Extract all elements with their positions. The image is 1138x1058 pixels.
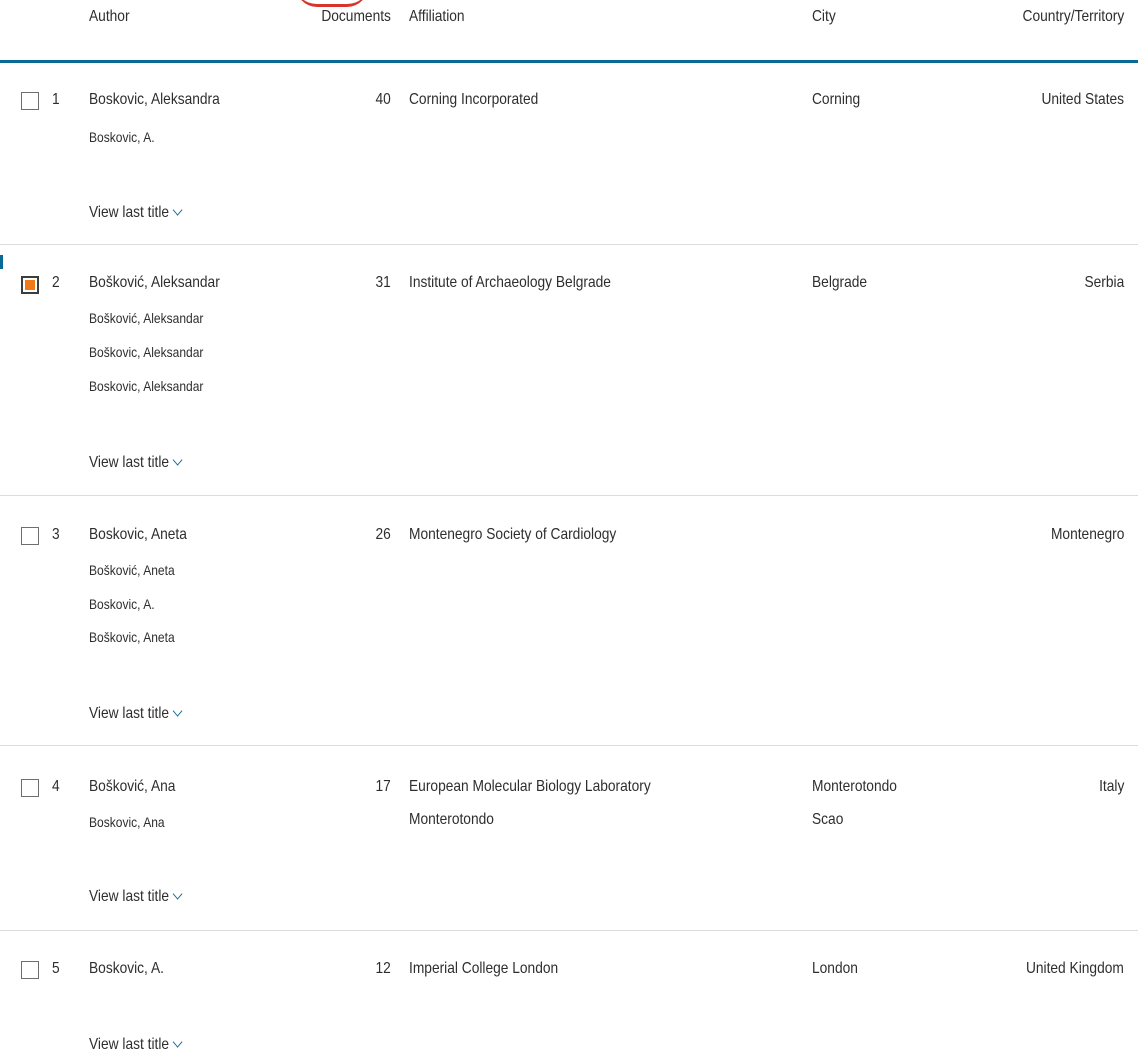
documents-count[interactable]: 12: [376, 960, 391, 978]
country-text: Montenegro: [1050, 526, 1124, 543]
country-text: Serbia: [1084, 274, 1124, 291]
row-select-checkbox[interactable]: [21, 779, 39, 797]
city-text: Scao: [812, 811, 844, 828]
affiliation-text: European Molecular Biology Laboratory: [409, 778, 651, 795]
view-last-title-label: View last title: [89, 1036, 170, 1053]
column-header-documents[interactable]: Documents: [321, 8, 391, 26]
affiliation-text: Monterotondo: [409, 811, 494, 828]
column-header-city[interactable]: City: [812, 8, 836, 26]
column-header-affiliation[interactable]: Affiliation: [409, 8, 465, 26]
city-text: Monterotondo: [812, 778, 897, 795]
author-name-variant: Boškovic, Aleksandar: [89, 344, 204, 360]
view-last-title-toggle[interactable]: View last title: [89, 1036, 183, 1054]
author-name-link[interactable]: Boskovic, A.: [89, 960, 164, 978]
affiliation-text: Institute of Archaeology Belgrade: [409, 274, 611, 291]
row-number: 4: [52, 778, 60, 795]
chevron-down-icon: [172, 888, 183, 900]
chevron-down-icon: [172, 454, 183, 466]
affiliation-text: Montenegro Society of Cardiology: [409, 526, 617, 543]
author-name-variant: Boskovic, Aleksandar: [89, 378, 204, 394]
affiliation-text: Imperial College London: [409, 960, 559, 977]
author-name-link[interactable]: Bošković, Ana: [89, 778, 175, 796]
affiliation-text: Corning Incorporated: [409, 91, 539, 108]
column-header-country[interactable]: Country/Territory: [1022, 8, 1124, 26]
row-select-checkbox[interactable]: [21, 92, 39, 110]
city-text: Corning: [812, 91, 861, 108]
row-number: 1: [52, 91, 60, 108]
country-text: United States: [1041, 91, 1124, 108]
row-select-checkbox[interactable]: [21, 276, 39, 294]
chevron-down-icon: [172, 1036, 183, 1048]
annotation-mark: [296, 0, 368, 7]
author-name-link[interactable]: Boskovic, Aneta: [89, 526, 187, 544]
documents-count[interactable]: 26: [376, 526, 391, 544]
table-row: 1 Boskovic, Aleksandra Boskovic, A. 40 C…: [0, 63, 1138, 245]
row-select-checkbox[interactable]: [21, 961, 39, 979]
author-name-variant: Boskovic, Ana: [89, 814, 165, 830]
row-select-checkbox[interactable]: [21, 527, 39, 545]
country-text: Italy: [1098, 778, 1124, 795]
author-name-link[interactable]: Boskovic, Aleksandra: [89, 91, 220, 109]
author-name-variant: Bošković, Aneta: [89, 562, 175, 578]
city-text: Belgrade: [812, 274, 868, 291]
view-last-title-toggle[interactable]: View last title: [89, 454, 183, 472]
row-number: 3: [52, 526, 60, 543]
view-last-title-label: View last title: [89, 888, 170, 905]
row-number: 2: [52, 274, 60, 291]
table-row: 5 Boskovic, A. 12 Imperial College Londo…: [0, 930, 1138, 1058]
author-name-variant: Bošković, Aleksandar: [89, 310, 204, 326]
author-name-variant: Boskovic, A.: [89, 596, 155, 612]
view-last-title-toggle[interactable]: View last title: [89, 888, 183, 906]
table-row: 3 Boskovic, Aneta Bošković, Aneta Boskov…: [0, 495, 1138, 746]
view-last-title-label: View last title: [89, 454, 170, 471]
view-last-title-label: View last title: [89, 705, 170, 722]
author-name-variant: Boškovic, Aneta: [89, 629, 175, 645]
chevron-down-icon: [172, 705, 183, 717]
column-header-author[interactable]: Author: [89, 8, 130, 26]
results-table-header: Author Documents Affiliation City Countr…: [0, 0, 1138, 63]
view-last-title-toggle[interactable]: View last title: [89, 705, 183, 723]
table-row: 2 Bošković, Aleksandar Bošković, Aleksan…: [0, 244, 1138, 496]
country-text: United Kingdom: [1026, 960, 1124, 977]
chevron-down-icon: [172, 204, 183, 216]
view-last-title-toggle[interactable]: View last title: [89, 204, 183, 222]
author-name-link[interactable]: Bošković, Aleksandar: [89, 274, 220, 292]
view-last-title-label: View last title: [89, 204, 170, 221]
city-text: London: [812, 960, 858, 977]
row-number: 5: [52, 960, 60, 977]
documents-count[interactable]: 40: [376, 91, 391, 109]
documents-count[interactable]: 31: [376, 274, 391, 292]
table-row: 4 Bošković, Ana Boskovic, Ana 17 Europea…: [0, 745, 1138, 931]
documents-count[interactable]: 17: [376, 778, 391, 796]
author-name-variant: Boskovic, A.: [89, 129, 155, 145]
